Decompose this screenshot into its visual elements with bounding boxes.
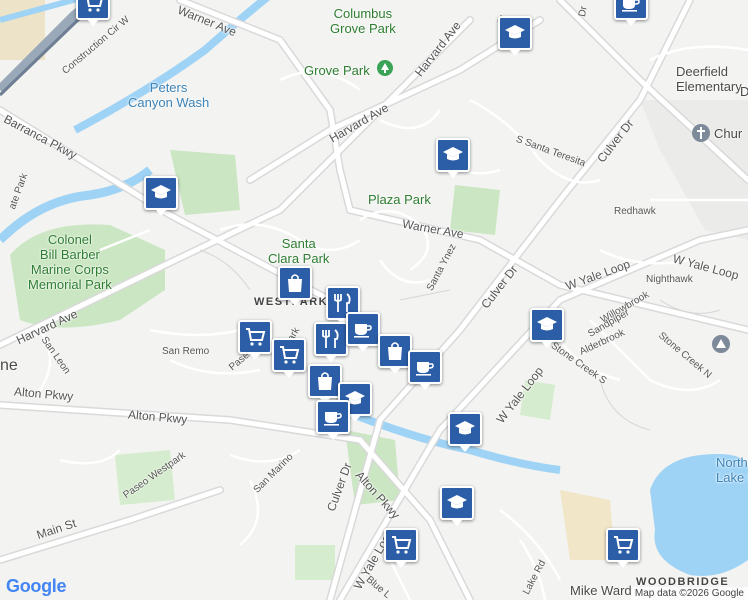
google-logo-text: Google [6, 576, 67, 596]
coffee-marker[interactable] [408, 350, 442, 390]
shopping-bag-marker[interactable] [308, 364, 342, 404]
school-icon [151, 185, 171, 199]
school-marker[interactable] [440, 486, 474, 526]
school-icon [443, 147, 463, 161]
shopping-bag-marker[interactable] [378, 334, 412, 374]
map-attribution[interactable]: Map data ©2026 Google [630, 587, 748, 600]
google-logo[interactable]: Google [6, 576, 67, 597]
shopping-bag-marker[interactable] [278, 266, 312, 306]
school-marker[interactable] [498, 16, 532, 56]
coffee-icon [324, 412, 342, 426]
church-icon [692, 124, 710, 142]
school-marker[interactable] [436, 138, 470, 178]
restaurant-marker[interactable] [314, 322, 348, 362]
school-marker[interactable] [530, 308, 564, 348]
shopping-cart-icon [614, 536, 634, 554]
restaurant-icon [322, 329, 339, 348]
coffee-marker[interactable] [346, 312, 380, 352]
shopping-cart-icon [86, 0, 103, 12]
coffee-icon [622, 0, 640, 12]
coffee-marker[interactable] [316, 400, 350, 440]
school-icon [447, 495, 467, 509]
shopping-bag-icon [318, 372, 332, 390]
shopping-cart-icon [246, 328, 266, 346]
school-icon [537, 317, 557, 331]
map-base-layer [0, 0, 748, 600]
map-canvas[interactable]: Columbus Grove Park Grove Park Peters Cany… [0, 0, 748, 600]
coffee-icon [354, 324, 372, 338]
shopping-cart-icon [392, 536, 412, 554]
shopping-cart-marker[interactable] [272, 338, 306, 378]
shopping-cart-icon [280, 346, 300, 364]
school-icon [455, 421, 475, 435]
coffee-icon [416, 362, 434, 376]
tree-icon [377, 60, 393, 76]
school-marker[interactable] [144, 176, 178, 216]
shopping-bag-icon [288, 274, 302, 292]
shopping-cart-marker[interactable] [606, 528, 640, 568]
school-marker[interactable] [448, 412, 482, 452]
school-icon [505, 25, 525, 39]
shopping-bag-icon [388, 342, 402, 360]
shopping-cart-marker[interactable] [384, 528, 418, 568]
shopping-cart-marker[interactable] [76, 0, 110, 26]
place-icon [712, 335, 730, 353]
coffee-marker[interactable] [614, 0, 648, 26]
shopping-cart-marker[interactable] [238, 320, 272, 360]
